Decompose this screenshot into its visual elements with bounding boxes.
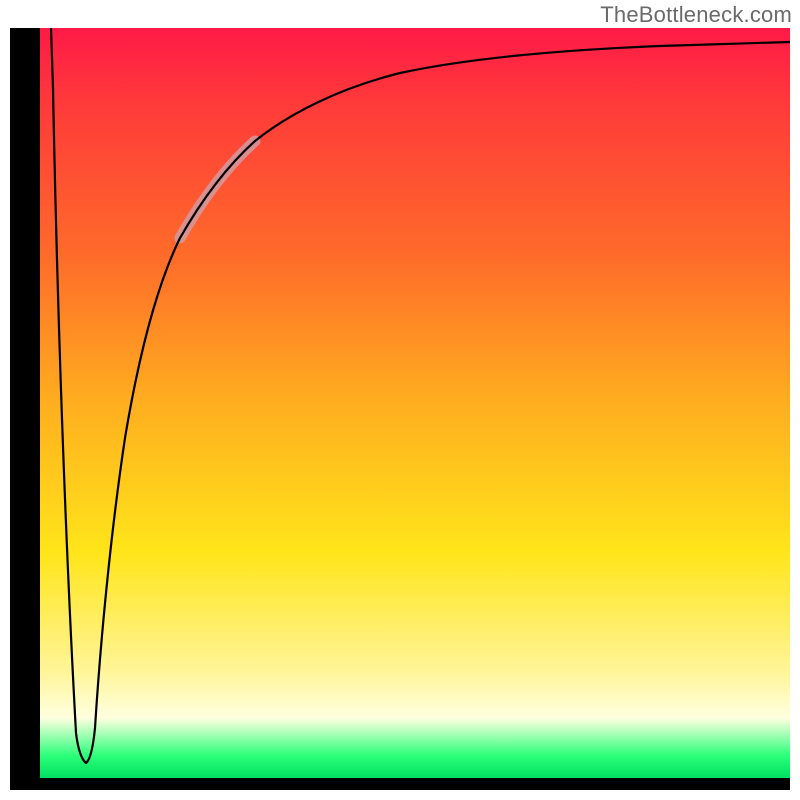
plot-area [40, 28, 790, 778]
curve-spike-down [51, 28, 86, 763]
plot-border [10, 28, 790, 790]
chart-frame: TheBottleneck.com [0, 0, 800, 800]
curve-spike-up [86, 42, 790, 763]
curve-svg [40, 28, 790, 778]
curve-highlight-icon [180, 141, 255, 238]
watermark-text: TheBottleneck.com [600, 2, 792, 28]
